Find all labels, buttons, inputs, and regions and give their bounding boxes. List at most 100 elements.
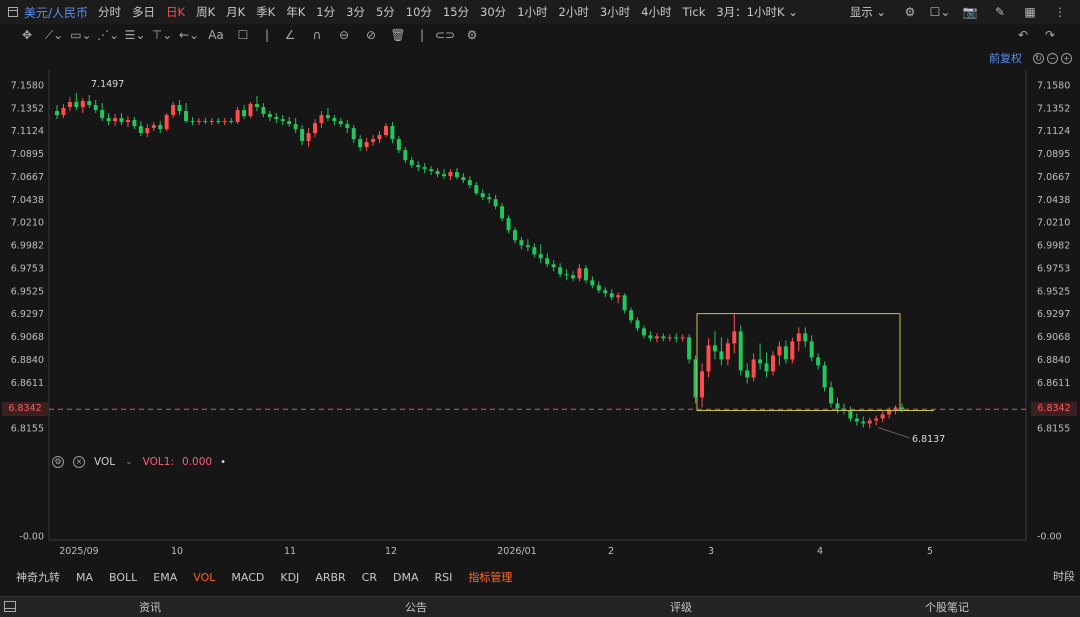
candle[interactable]: [184, 103, 189, 124]
candlestick-chart[interactable]: 7.1580 7.1352 7.1124 7.0895 7.0667 7.0438 7.02…: [0, 0, 1080, 617]
candle[interactable]: [125, 116, 130, 128]
candle[interactable]: [745, 363, 750, 384]
vol-settings-icon[interactable]: ⚙: [52, 456, 64, 468]
candle[interactable]: [558, 263, 563, 278]
candle[interactable]: [338, 118, 343, 128]
candle[interactable]: [861, 416, 866, 428]
candle[interactable]: [377, 131, 382, 144]
candle[interactable]: [738, 325, 743, 376]
candle[interactable]: [332, 115, 337, 126]
candle[interactable]: [100, 103, 105, 122]
candle[interactable]: [313, 119, 318, 138]
candle[interactable]: [829, 381, 834, 408]
candle[interactable]: [525, 239, 530, 252]
candle[interactable]: [203, 118, 208, 125]
candle[interactable]: [235, 107, 240, 125]
candle[interactable]: [242, 105, 247, 120]
candle[interactable]: [732, 314, 737, 354]
candle[interactable]: [429, 166, 434, 176]
candle[interactable]: [93, 100, 98, 114]
candle[interactable]: [706, 338, 711, 378]
indicator-tab[interactable]: CR: [362, 571, 377, 584]
candle[interactable]: [351, 125, 356, 144]
candle[interactable]: [790, 337, 795, 364]
candle[interactable]: [422, 163, 427, 174]
candle[interactable]: [67, 97, 72, 112]
indicator-tab[interactable]: VOL: [193, 571, 215, 584]
candle[interactable]: [306, 128, 311, 148]
candle[interactable]: [371, 135, 376, 147]
indicator-tab[interactable]: DMA: [393, 571, 419, 584]
candle[interactable]: [880, 411, 885, 423]
candle[interactable]: [500, 203, 505, 222]
candle[interactable]: [80, 98, 85, 114]
panel-icon[interactable]: [4, 601, 16, 612]
candle[interactable]: [280, 115, 285, 126]
candle[interactable]: [680, 334, 685, 342]
indicator-tab[interactable]: ARBR: [315, 571, 345, 584]
candle[interactable]: [442, 169, 447, 180]
indicator-tab[interactable]: BOLL: [109, 571, 137, 584]
candle[interactable]: [648, 331, 653, 342]
candle[interactable]: [661, 333, 666, 342]
candle[interactable]: [564, 269, 569, 281]
candle[interactable]: [345, 120, 350, 134]
candle[interactable]: [616, 292, 621, 304]
candle[interactable]: [358, 135, 363, 152]
candle[interactable]: [119, 113, 124, 126]
candle[interactable]: [61, 104, 66, 119]
candle[interactable]: [874, 415, 879, 426]
candle[interactable]: [700, 363, 705, 408]
candle[interactable]: [416, 161, 421, 172]
indicator-tab[interactable]: EMA: [153, 571, 177, 584]
indicator-tab[interactable]: 指标管理: [468, 569, 512, 585]
tab-ratings[interactable]: 评级: [670, 599, 692, 615]
candle[interactable]: [74, 93, 79, 111]
candle[interactable]: [551, 260, 556, 272]
candle[interactable]: [629, 307, 634, 324]
candle[interactable]: [867, 417, 872, 429]
candle[interactable]: [758, 343, 763, 370]
candle[interactable]: [435, 168, 440, 178]
candle[interactable]: [261, 103, 266, 118]
candle[interactable]: [474, 182, 479, 196]
candle[interactable]: [229, 118, 234, 125]
candle[interactable]: [467, 176, 472, 189]
candle[interactable]: [171, 102, 176, 119]
candle[interactable]: [319, 111, 324, 129]
candle[interactable]: [900, 403, 904, 413]
candle[interactable]: [796, 327, 801, 352]
candle[interactable]: [590, 276, 595, 289]
candle[interactable]: [783, 340, 788, 364]
candle[interactable]: [396, 136, 401, 154]
vol-close-icon[interactable]: ×: [73, 456, 85, 468]
candle[interactable]: [603, 287, 608, 298]
candle[interactable]: [254, 96, 259, 112]
candle[interactable]: [848, 406, 853, 422]
candle[interactable]: [196, 118, 201, 126]
candle[interactable]: [274, 113, 279, 124]
candle[interactable]: [216, 118, 221, 125]
candle[interactable]: [674, 333, 679, 343]
candle[interactable]: [448, 169, 453, 181]
time-segment-tab[interactable]: 时段: [1053, 568, 1075, 584]
candle[interactable]: [409, 157, 414, 169]
candle[interactable]: [506, 215, 511, 234]
vol-name[interactable]: VOL: [94, 456, 115, 468]
candle[interactable]: [209, 118, 214, 126]
candle[interactable]: [145, 124, 150, 138]
candle[interactable]: [293, 118, 298, 134]
indicator-tab[interactable]: MA: [76, 571, 93, 584]
candle[interactable]: [190, 117, 195, 126]
candle[interactable]: [764, 352, 769, 378]
candle[interactable]: [719, 337, 724, 366]
candle[interactable]: [222, 118, 227, 126]
indicator-tab[interactable]: MACD: [231, 571, 264, 584]
candle[interactable]: [622, 293, 627, 314]
candle[interactable]: [325, 108, 330, 122]
candle[interactable]: [538, 244, 543, 264]
candle[interactable]: [712, 331, 717, 360]
candle[interactable]: [106, 113, 111, 126]
tab-news[interactable]: 资讯: [139, 599, 161, 615]
candle[interactable]: [461, 173, 466, 184]
